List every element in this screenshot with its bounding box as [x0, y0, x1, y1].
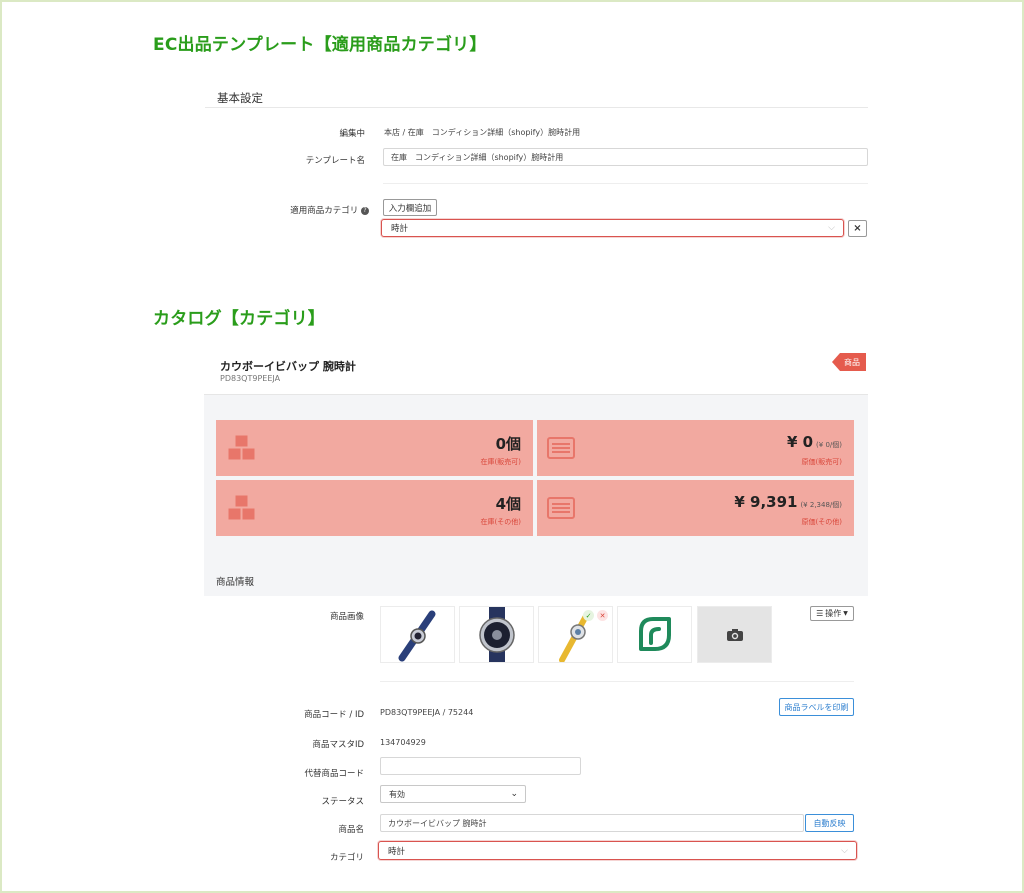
operations-button[interactable]: ☰ 操作 ▼ [810, 606, 854, 621]
code-value: PD83QT9PEEJA / 75244 [380, 708, 474, 717]
operations-label: 操作 [825, 609, 842, 618]
product-card: カウボーイビバップ 腕時計 PD83QT9PEEJA 商品 0個 在庫(販売可)… [204, 344, 868, 874]
divider [383, 183, 868, 184]
print-label-button[interactable]: 商品ラベルを印刷 [779, 698, 854, 716]
stat-stock-sellable: 0個 在庫(販売可) [216, 420, 533, 476]
editing-value: 本店 / 在庫 コンディション詳細（shopify）腕時計用 [384, 128, 581, 137]
product-code: PD83QT9PEEJA [220, 374, 281, 383]
chevron-down-icon: ⌵ [828, 223, 835, 233]
chevron-down-icon: ⌵ [841, 845, 848, 856]
product-name-value: カウボーイビバップ 腕時計 [388, 818, 487, 828]
editing-label: 編集中 [339, 129, 365, 139]
master-id-value: 134704929 [380, 738, 426, 747]
product-image-3[interactable]: ✓ ✕ [538, 606, 613, 663]
divider [205, 107, 868, 108]
panel-heading: 基本設定 [217, 91, 263, 105]
stat-unit-price: (¥ 2,348/個) [800, 501, 842, 509]
product-image-2[interactable] [459, 606, 534, 663]
stat-number: ¥ 9,391 [734, 493, 798, 511]
product-type-badge: 商品 [832, 353, 866, 371]
leaf-logo-icon [638, 616, 671, 651]
product-name-input[interactable]: カウボーイビバップ 腕時計 [380, 814, 804, 832]
stat-value: 0個 [496, 433, 521, 454]
add-image-button[interactable] [697, 606, 772, 663]
product-info-heading: 商品情報 [204, 563, 868, 596]
name-label: 商品名 [338, 825, 364, 835]
template-name-label: テンプレート名 [305, 156, 365, 166]
auto-reflect-button[interactable]: 自動反映 [805, 814, 854, 832]
status-select[interactable]: 有効 ⌄ [380, 785, 526, 803]
list-icon: ☰ [816, 609, 824, 618]
template-name-input[interactable]: 在庫 コンディション詳細（shopify）腕時計用 [383, 148, 868, 166]
close-icon: × [853, 223, 862, 234]
stat-number: 0個 [495, 435, 521, 453]
stat-stock-other: 4個 在庫(その他) [216, 480, 533, 536]
alt-code-input[interactable] [380, 757, 581, 775]
category-select[interactable]: 時計 ⌵ [381, 219, 844, 237]
template-name-value: 在庫 コンディション詳細（shopify）腕時計用 [391, 152, 564, 162]
stat-value: ¥ 9,391 (¥ 2,348/個) [734, 493, 842, 511]
delete-image-icon[interactable]: ✕ [597, 610, 608, 621]
master-id-label: 商品マスタID [312, 740, 364, 750]
product-info-heading-text: 商品情報 [216, 577, 255, 588]
add-field-button[interactable]: 入力欄追加 [383, 199, 437, 216]
boxes-icon [227, 434, 256, 461]
status-label: ステータス [321, 797, 364, 807]
remove-category-button[interactable]: × [848, 220, 867, 237]
caret-down-icon: ▼ [843, 610, 848, 617]
category-label: 適用商品カテゴリ [290, 206, 359, 216]
product-title: カウボーイビバップ 腕時計 [220, 360, 356, 373]
stat-unit-price: (¥ 0/個) [816, 441, 842, 449]
status-value: 有効 [389, 789, 405, 799]
list-icon [547, 437, 575, 459]
chevron-down-icon: ⌄ [510, 789, 518, 799]
product-header: カウボーイビバップ 腕時計 PD83QT9PEEJA 商品 [204, 344, 868, 395]
watch-image [478, 607, 515, 662]
stat-label: 原価(その他) [801, 518, 842, 526]
stat-cost-sellable: ¥ 0 (¥ 0/個) 原価(販売可) [537, 420, 854, 476]
stat-value: ¥ 0 (¥ 0/個) [787, 433, 842, 451]
section-title-catalog: カタログ【カテゴリ】 [153, 309, 325, 329]
boxes-icon [227, 494, 256, 521]
check-icon[interactable]: ✓ [583, 610, 594, 621]
category-select-value: 時計 [391, 224, 409, 234]
watch-image [398, 610, 435, 661]
stat-label: 在庫(その他) [480, 518, 521, 526]
camera-icon [726, 628, 743, 641]
stat-number: ¥ 0 [786, 433, 814, 451]
product-info-panel: 商品情報 商品画像 ✓ ✕ ☰ 操作 ▼ 商品コード / ID PD83QT9P… [204, 563, 868, 874]
product-image-4[interactable] [617, 606, 692, 663]
category-select-value: 時計 [388, 846, 406, 857]
section-title-template: EC出品テンプレート【適用商品カテゴリ】 [153, 35, 487, 55]
category-select[interactable]: 時計 ⌵ [378, 841, 857, 860]
stat-number: 4個 [495, 495, 521, 513]
question-circle-icon: ? [361, 206, 369, 215]
product-image-1[interactable] [380, 606, 455, 663]
stat-value: 4個 [496, 493, 521, 514]
image-label: 商品画像 [329, 612, 364, 622]
stat-cost-other: ¥ 9,391 (¥ 2,348/個) 原価(その他) [537, 480, 854, 536]
stat-label: 原価(販売可) [801, 458, 842, 466]
code-label: 商品コード / ID [304, 710, 364, 720]
category-label: カテゴリ [329, 853, 364, 863]
list-icon [547, 497, 575, 519]
stat-label: 在庫(販売可) [480, 458, 521, 466]
category-label-row: 適用商品カテゴリ ? [265, 204, 369, 216]
alt-code-label: 代替商品コード [304, 769, 364, 779]
divider [380, 681, 854, 682]
